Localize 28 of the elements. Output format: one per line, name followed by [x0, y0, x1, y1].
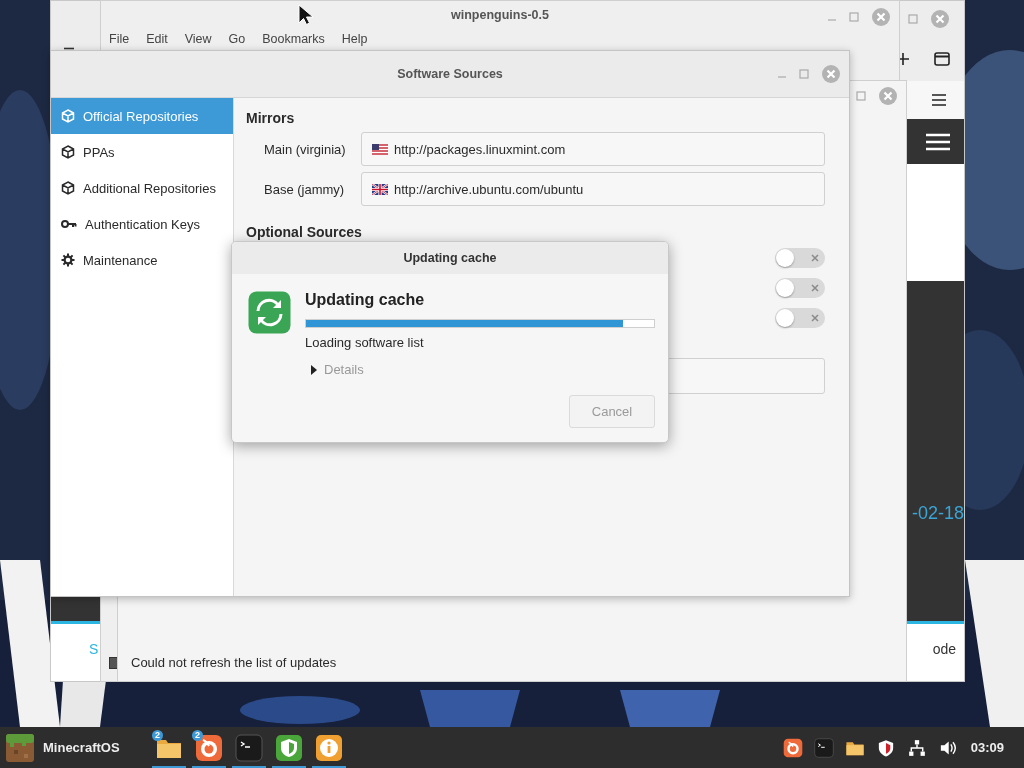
menu-item[interactable]: Help: [341, 32, 368, 47]
menu-item[interactable]: View: [184, 32, 212, 47]
section-heading: Mirrors: [246, 110, 296, 126]
window-title: Software Sources: [397, 67, 503, 81]
date-text: -02-18: [911, 502, 964, 524]
count-badge: 2: [152, 730, 163, 741]
menu-item[interactable]: Bookmarks: [262, 32, 325, 47]
field-label: Main (virginia): [263, 141, 347, 157]
mirror-field[interactable]: http://packages.linuxmint.com: [361, 132, 825, 166]
sidebar-item[interactable]: Maintenance: [51, 242, 233, 278]
menu-item[interactable]: Go: [228, 32, 246, 47]
field-label: Base (jammy): [263, 181, 346, 197]
menu-item[interactable]: File: [109, 32, 130, 47]
window-title: winpenguins-0.5: [451, 8, 549, 22]
dialog-heading: Updating cache: [305, 291, 426, 309]
mirror-field[interactable]: http://archive.ubuntu.com/ubuntu: [361, 172, 825, 206]
menu-item[interactable]: Edit: [146, 32, 168, 47]
sidebar-item[interactable]: PPAs: [51, 134, 233, 170]
sidebar-item[interactable]: Authentication Keys: [51, 206, 233, 242]
clock: 03:09: [970, 740, 1004, 755]
count-badge: 2: [192, 730, 203, 741]
dialog-title: Updating cache: [403, 251, 497, 265]
footer-text: ode: [932, 640, 956, 657]
status-text: Loading software list: [305, 335, 425, 350]
menu-button[interactable]: MinecraftOS: [0, 733, 146, 762]
section-heading: Optional Sources: [246, 224, 363, 240]
sidebar-item[interactable]: Additional Repositories: [51, 170, 233, 206]
status-text: Could not refresh the list of updates: [130, 655, 338, 672]
